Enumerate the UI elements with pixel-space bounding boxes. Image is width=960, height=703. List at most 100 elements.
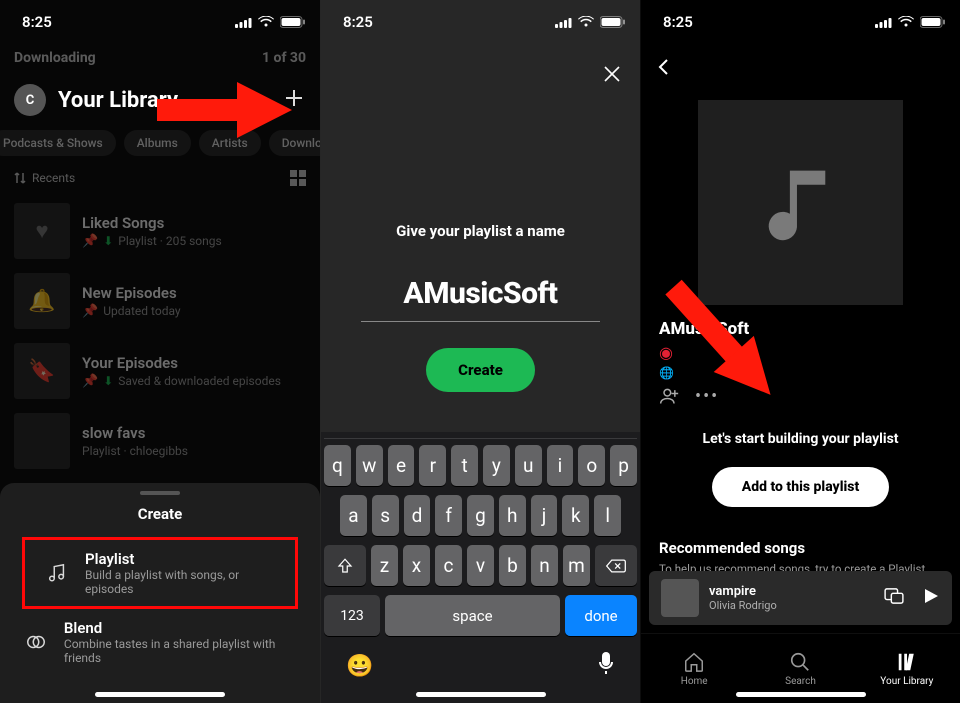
cast-icon[interactable] [884, 588, 904, 609]
sort-button[interactable]: Recents [14, 171, 75, 185]
recommended-title: Recommended songs [641, 507, 960, 561]
sheet-title: Create [0, 505, 320, 537]
download-label: Downloading [14, 50, 96, 66]
key-p[interactable]: p [610, 445, 637, 486]
add-to-playlist-button[interactable]: Add to this playlist [712, 467, 889, 507]
sheet-item-playlist[interactable]: Playlist Build a playlist with songs, or… [22, 537, 298, 609]
status-bar: 8:25 [321, 0, 640, 44]
status-bar: 8:25 [641, 0, 960, 44]
sort-label: Recents [32, 171, 75, 185]
home-indicator [95, 692, 225, 697]
key-f[interactable]: f [435, 495, 462, 536]
key-w[interactable]: w [356, 445, 383, 486]
sheet-item-title: Blend [64, 619, 298, 637]
key-i[interactable]: i [547, 445, 574, 486]
library-item[interactable]: 🔖 Your Episodes 📌⬇Saved & downloaded episo… [0, 336, 320, 406]
home-indicator [736, 692, 866, 697]
create-button[interactable]: Create [426, 348, 535, 392]
item-thumb: 🔖 [14, 343, 70, 399]
key-d[interactable]: d [404, 495, 431, 536]
item-subtitle: 📌⬇Playlist · 205 songs [82, 234, 222, 249]
tab-label: Search [785, 676, 816, 687]
sheet-item-sub: Build a playlist with songs, or episodes [85, 568, 277, 596]
avatar[interactable]: C [14, 84, 46, 116]
key-z[interactable]: z [371, 545, 398, 586]
key-h[interactable]: h [499, 495, 526, 536]
key-s[interactable]: s [372, 495, 399, 536]
downloaded-icon: ⬇ [103, 234, 113, 248]
key-a[interactable]: a [340, 495, 367, 536]
back-icon[interactable] [655, 58, 673, 80]
library-icon [896, 651, 918, 673]
status-time: 8:25 [663, 13, 693, 31]
close-icon[interactable] [598, 60, 626, 92]
tab-home[interactable]: Home [641, 634, 747, 703]
sheet-item-sub: Combine tastes in a shared playlist with… [64, 637, 298, 665]
wifi-icon [898, 16, 914, 28]
now-playing-artist: Olivia Rodrigo [709, 599, 874, 612]
annotation-arrow-1 [152, 82, 292, 138]
key-y[interactable]: y [483, 445, 510, 486]
key-e[interactable]: e [388, 445, 415, 486]
numeric-key[interactable]: 123 [324, 595, 380, 636]
item-subtitle: 📌⬇Saved & downloaded episodes [82, 374, 281, 389]
now-playing-title: vampire [709, 584, 874, 599]
library-item[interactable]: ♥Liked Songs📌⬇Playlist · 205 songs [0, 196, 320, 266]
shift-key[interactable] [324, 545, 366, 586]
done-key[interactable]: done [565, 595, 637, 636]
key-k[interactable]: k [562, 495, 589, 536]
grid-view-icon[interactable] [290, 170, 306, 186]
chip-podcasts[interactable]: Podcasts & Shows [0, 130, 116, 156]
key-m[interactable]: m [563, 545, 590, 586]
signal-icon [875, 17, 892, 28]
sheet-handle[interactable] [140, 491, 180, 495]
now-playing-bar[interactable]: vampire Olivia Rodrigo [649, 571, 952, 625]
panel-library: 8:25 Downloading 1 of 30 C Your Library [0, 0, 320, 703]
status-time: 8:25 [343, 13, 373, 31]
key-n[interactable]: n [531, 545, 558, 586]
backspace-key[interactable] [595, 545, 637, 586]
key-t[interactable]: t [451, 445, 478, 486]
item-thumb: ♥ [14, 203, 70, 259]
key-o[interactable]: o [578, 445, 605, 486]
item-thumb [14, 413, 70, 469]
library-item[interactable]: slow favsPlaylist · chloegibbs [0, 406, 320, 476]
tab-library[interactable]: Your Library [854, 634, 960, 703]
mic-icon[interactable] [597, 651, 615, 681]
key-l[interactable]: l [594, 495, 621, 536]
key-v[interactable]: v [467, 545, 494, 586]
library-item[interactable]: 🔔New Episodes📌Updated today [0, 266, 320, 336]
annotation-arrow-2 [651, 275, 781, 455]
panel-name-playlist: 8:25 Give your playlist a name AMusicSof… [320, 0, 640, 703]
status-icons [235, 16, 306, 28]
tab-label: Your Library [880, 676, 933, 687]
item-title: Your Episodes [82, 354, 281, 372]
key-c[interactable]: c [435, 545, 462, 586]
download-status: Downloading 1 of 30 [0, 44, 320, 78]
create-sheet: Create Playlist Build a playlist with so… [0, 483, 320, 703]
wifi-icon [578, 16, 594, 28]
space-key[interactable]: space [385, 595, 560, 636]
key-g[interactable]: g [467, 495, 494, 536]
key-r[interactable]: r [419, 445, 446, 486]
name-prompt: Give your playlist a name [321, 222, 640, 240]
battery-icon [600, 16, 626, 28]
key-b[interactable]: b [499, 545, 526, 586]
panel-playlist-page: 8:25 AMusicSoft ◉ 🌐 ••• Let's start buil… [640, 0, 960, 703]
emoji-icon[interactable]: 😀 [346, 654, 373, 679]
signal-icon [555, 17, 572, 28]
playlist-name-input[interactable]: AMusicSoft [361, 270, 600, 322]
battery-icon [280, 16, 306, 28]
key-q[interactable]: q [324, 445, 351, 486]
wifi-icon [258, 16, 274, 28]
status-time: 8:25 [22, 13, 52, 31]
play-icon[interactable] [922, 587, 940, 610]
sort-row: Recents [0, 170, 320, 196]
key-x[interactable]: x [403, 545, 430, 586]
key-u[interactable]: u [515, 445, 542, 486]
sheet-item-blend[interactable]: Blend Combine tastes in a shared playlis… [0, 609, 320, 675]
keyboard[interactable]: qwertyuiop asdfghjkl zxcvbnm 123 space d… [321, 432, 640, 703]
pin-icon: 📌 [82, 304, 98, 319]
key-j[interactable]: j [531, 495, 558, 536]
item-title: slow favs [82, 424, 188, 442]
